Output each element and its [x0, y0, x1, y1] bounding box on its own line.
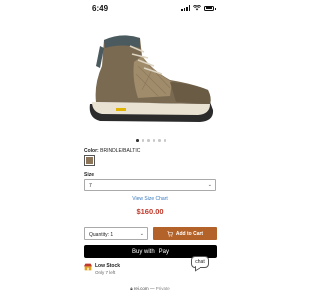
chevron-down-icon: ⌄ — [139, 230, 144, 237]
url-text: rei.com — [133, 286, 149, 291]
color-label-prefix: Color: — [84, 148, 99, 154]
product-image-boot[interactable] — [82, 26, 218, 134]
browser-url-bar[interactable]: 🔒︎ rei.com — Private — [0, 286, 300, 291]
carousel-dot[interactable] — [141, 139, 144, 142]
carousel-dot[interactable] — [163, 139, 166, 142]
private-mode-label: Private — [155, 286, 170, 291]
carousel-dot[interactable] — [152, 139, 155, 142]
size-select[interactable]: 7 ⌄ — [84, 179, 216, 191]
wifi-icon — [193, 5, 201, 11]
size-selected-value: 7 — [89, 183, 92, 189]
signal-icon — [181, 5, 190, 11]
chat-button[interactable]: chat — [191, 256, 209, 268]
quantity-select[interactable]: Quantity: 1 ⌄ — [84, 227, 148, 240]
status-time: 6:49 — [92, 4, 109, 13]
status-bar: 6:49 — [0, 0, 300, 18]
status-icons — [181, 5, 216, 11]
store-icon — [84, 263, 92, 271]
apple-pay-suffix: Pay — [158, 248, 170, 255]
color-swatch-fill — [86, 157, 93, 164]
image-carousel-dots[interactable] — [136, 139, 166, 142]
add-to-cart-button[interactable]: Add to Cart — [153, 227, 217, 240]
low-stock-title: Low Stock — [95, 263, 121, 269]
add-to-cart-label: Add to Cart — [175, 230, 204, 237]
carousel-dot[interactable] — [136, 139, 139, 142]
lock-icon: 🔒︎ — [130, 286, 133, 291]
size-label: Size — [84, 172, 95, 178]
color-swatch-selected[interactable] — [84, 155, 95, 166]
quantity-value: Quantity: 1 — [89, 231, 114, 238]
cart-icon — [167, 230, 173, 237]
view-size-chart-link[interactable]: View Size Chart — [0, 196, 300, 202]
carousel-dot[interactable] — [158, 139, 161, 142]
chevron-down-icon: ⌄ — [207, 182, 212, 188]
carousel-dot[interactable] — [147, 139, 150, 142]
low-stock-subtitle: Only 7 left — [95, 270, 116, 275]
color-label: Color: BRINDLE/BALTIC — [84, 148, 140, 154]
battery-icon — [204, 5, 216, 11]
color-value: BRINDLE/BALTIC — [100, 148, 141, 154]
product-price: $160.00 — [136, 207, 164, 216]
apple-pay-prefix: Buy with — [131, 248, 155, 255]
